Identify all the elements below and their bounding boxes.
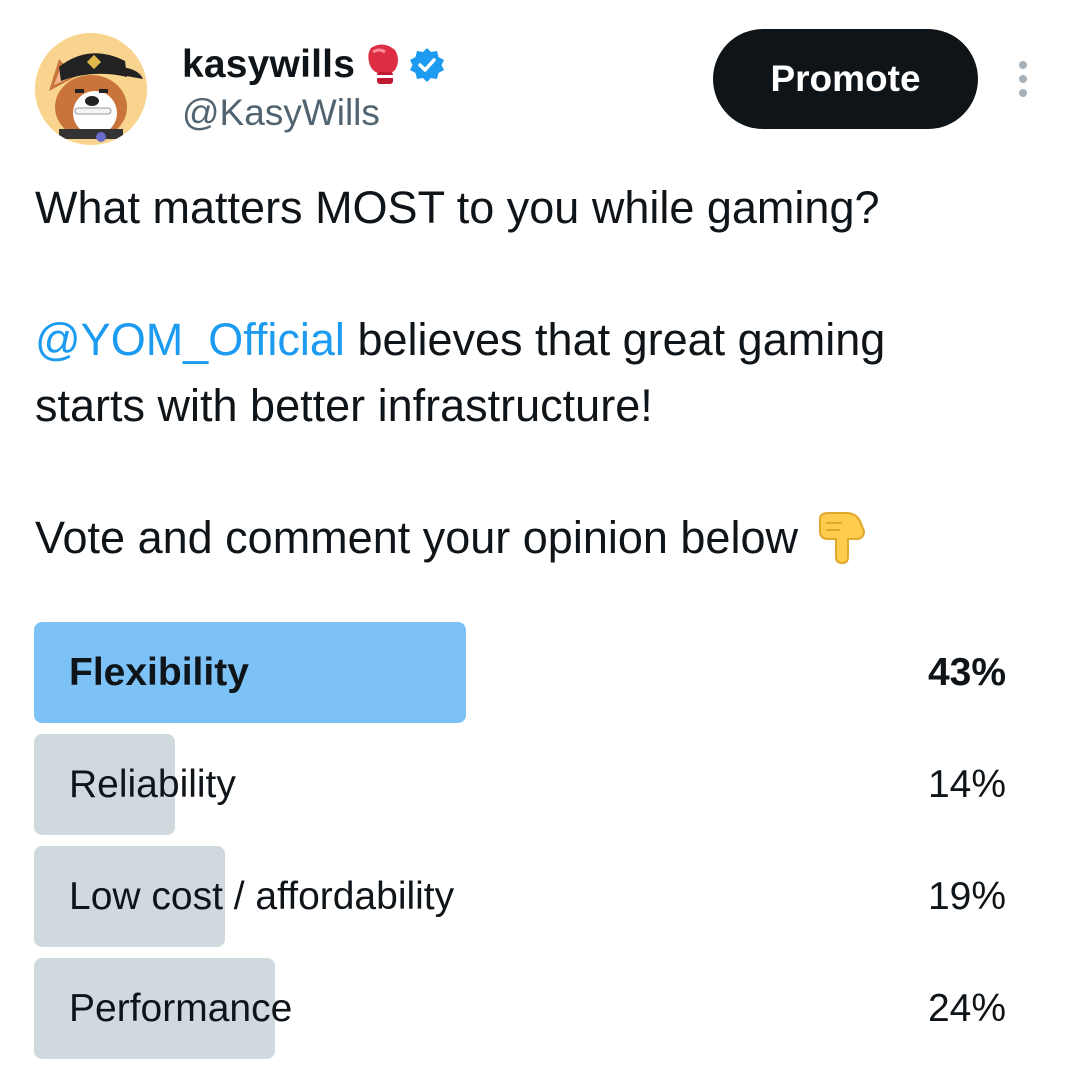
dog-avatar-icon [35, 33, 147, 145]
poll-option-percent: 19% [927, 875, 1006, 918]
poll-option-flexibility[interactable]: Flexibility 43% [34, 622, 1034, 723]
poll-option-label: Flexibility [69, 651, 249, 694]
verified-badge-icon[interactable] [409, 47, 445, 83]
tweet-line-mention: @YOM_Official believes that great gaming [35, 307, 1045, 373]
backhand-index-pointing-down-icon [816, 509, 868, 565]
poll-option-low-cost[interactable]: Low cost / affordability 19% [34, 846, 1034, 947]
tweet-blank-line [35, 439, 1045, 505]
poll-option-label: Reliability [69, 763, 236, 806]
poll: Flexibility 43% Reliability 14% Low cost… [34, 622, 1034, 1070]
poll-option-percent: 43% [927, 651, 1006, 694]
tweet-line-infrastructure: starts with better infrastructure! [35, 380, 653, 431]
poll-option-reliability[interactable]: Reliability 14% [34, 734, 1034, 835]
tweet-text: What matters MOST to you while gaming? @… [35, 175, 1045, 571]
boxing-glove-icon [363, 42, 403, 88]
avatar[interactable] [35, 33, 147, 145]
author-name-row[interactable]: kasywills [182, 42, 445, 88]
tweet-line-vote-text: Vote and comment your opinion below [35, 512, 811, 563]
tweet-line-question: What matters MOST to you while gaming? [35, 182, 880, 233]
tweet-line-vote: Vote and comment your opinion below [35, 505, 1045, 571]
tweet-line-mention-rest: believes that great gaming [344, 314, 886, 365]
tweet-blank-line [35, 241, 1045, 307]
author-handle[interactable]: @KasyWills [182, 92, 380, 134]
poll-option-performance[interactable]: Performance 24% [34, 958, 1034, 1059]
poll-option-percent: 24% [927, 987, 1006, 1030]
mention-link[interactable]: @YOM_Official [35, 314, 345, 365]
poll-option-percent: 14% [927, 763, 1006, 806]
display-name[interactable]: kasywills [182, 43, 355, 87]
more-vertical-icon[interactable] [1013, 58, 1033, 100]
poll-option-label: Low cost / affordability [69, 875, 455, 918]
promote-button[interactable]: Promote [713, 29, 978, 129]
poll-option-label: Performance [69, 987, 293, 1030]
tweet-header: kasywills @KasyWills Promote [0, 0, 1079, 160]
